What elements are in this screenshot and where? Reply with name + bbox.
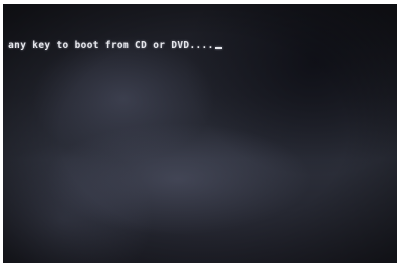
monitor-screen: ss any key to boot from CD or DVD.... — [3, 4, 397, 263]
text-cursor — [214, 47, 222, 49]
photo-frame: ss any key to boot from CD or DVD.... — [0, 0, 400, 267]
boot-prompt-text: ss any key to boot from CD or DVD.... — [3, 40, 214, 51]
boot-prompt-line: ss any key to boot from CD or DVD.... — [3, 40, 222, 51]
